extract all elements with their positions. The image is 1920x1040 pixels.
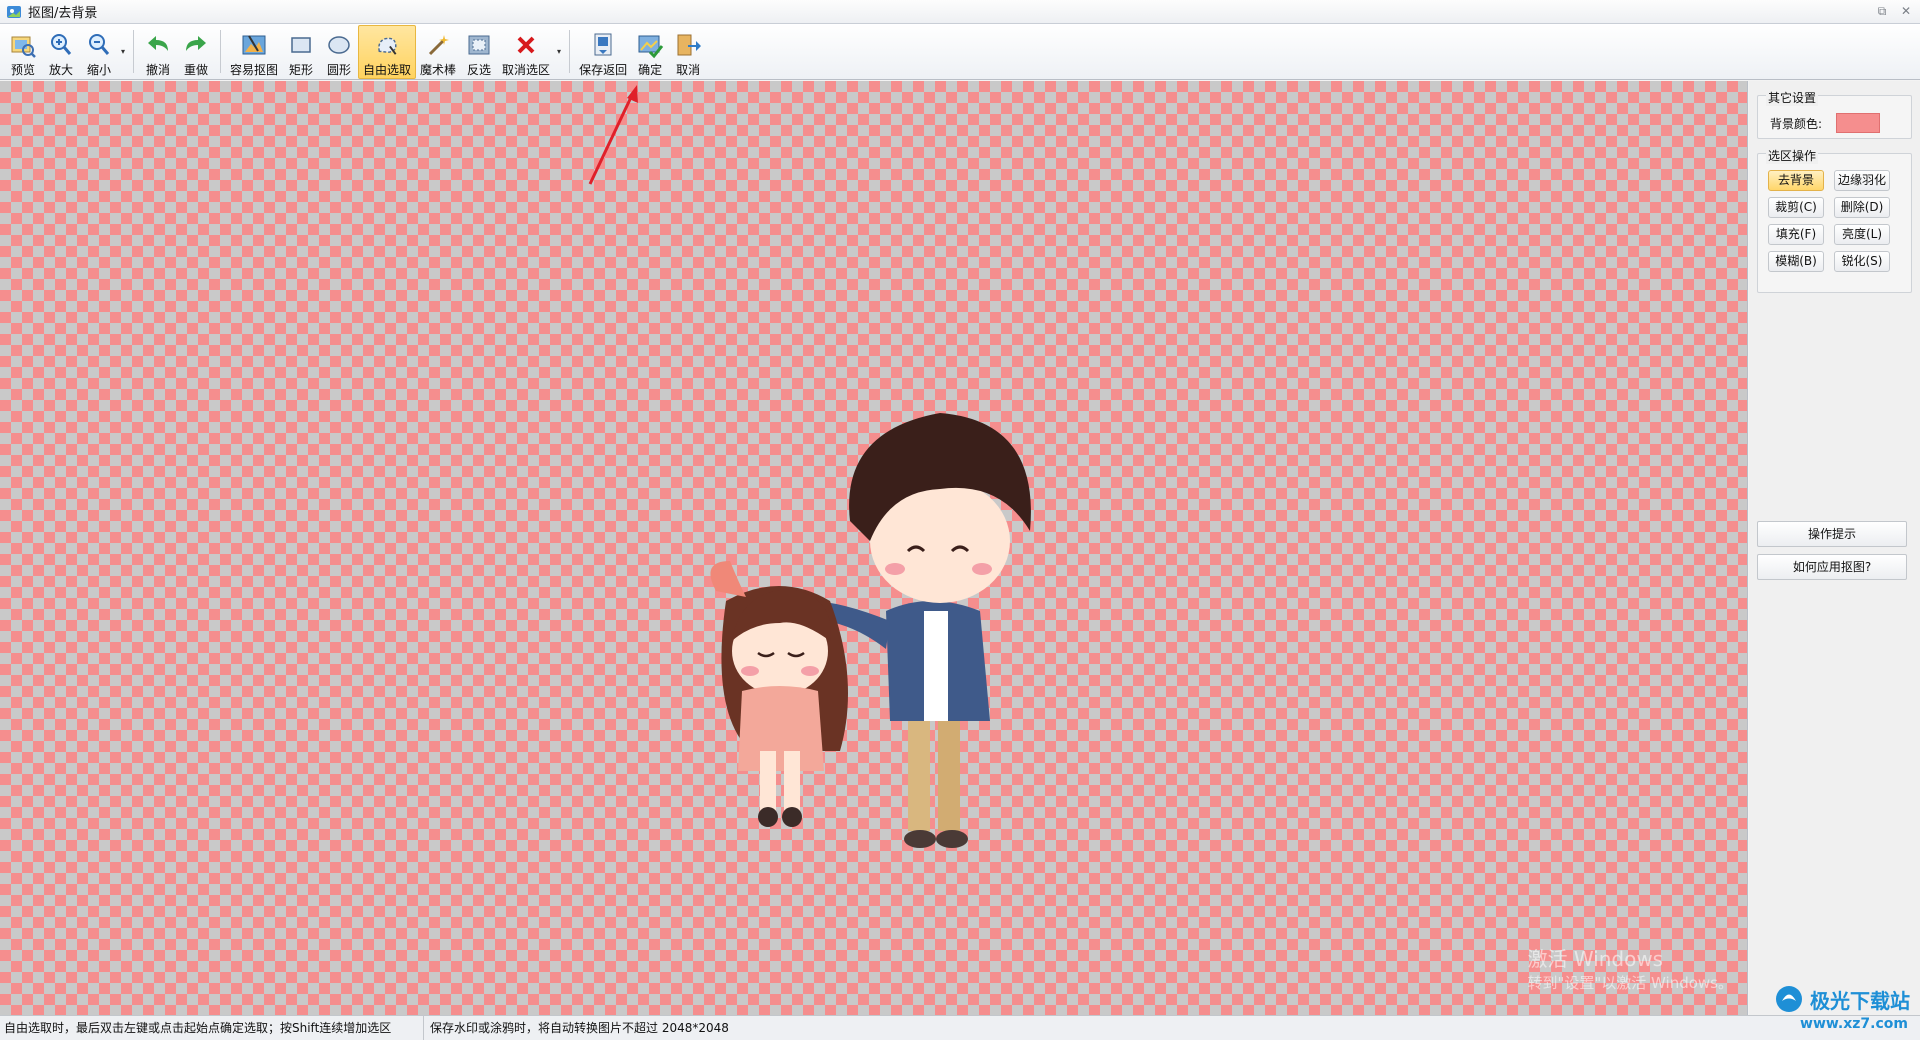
rectangle-select-button[interactable]: 矩形 xyxy=(282,25,320,79)
brightness-button[interactable]: 亮度(L) xyxy=(1834,224,1890,245)
save-return-icon xyxy=(594,33,612,56)
bg-color-label: 背景颜色: xyxy=(1770,116,1823,131)
brand-logo-icon xyxy=(1776,986,1802,1012)
window-title: 抠图/去背景 xyxy=(28,6,98,21)
delete-button[interactable]: 删除(D) xyxy=(1834,197,1890,218)
image-canvas[interactable]: 激活 Windows 转到"设置"以激活 Windows。 xyxy=(0,81,1748,1015)
toolbar-separator xyxy=(220,30,221,73)
zoom-out-button[interactable]: 缩小 xyxy=(80,25,118,79)
redo-icon xyxy=(186,36,206,51)
cancel-label: 取消 xyxy=(676,63,701,77)
selection-dropdown-icon[interactable]: ▾ xyxy=(554,24,564,79)
watermark-line1: 激活 Windows xyxy=(1527,947,1664,971)
bg-color-swatch[interactable] xyxy=(1836,113,1881,133)
zoom-out-icon xyxy=(89,34,110,55)
confirm-icon xyxy=(638,35,664,59)
status-right: 保存水印或涂鸦时，将自动转换图片不超过 2048*2048 xyxy=(430,1021,729,1035)
free-select-button[interactable]: 自由选取 xyxy=(358,25,417,79)
ellipse-select-icon xyxy=(328,36,350,54)
brand-logo: 极光下载站 xyxy=(1774,984,1910,1014)
other-settings-title: 其它设置 xyxy=(1766,89,1819,106)
activation-watermark: 激活 Windows 转到"设置"以激活 Windows。 xyxy=(1527,947,1733,995)
edge-feather-button[interactable]: 边缘羽化 xyxy=(1834,170,1890,191)
remove-background-button[interactable]: 去背景 xyxy=(1768,170,1824,191)
cancel-icon xyxy=(677,34,702,56)
selection-ops-title: 选区操作 xyxy=(1766,147,1819,164)
redo-label: 重做 xyxy=(183,63,208,77)
zoom-in-icon xyxy=(51,34,72,55)
toolbar-separator xyxy=(569,30,571,73)
watermark-line2: 转到"设置"以激活 Windows。 xyxy=(1527,974,1733,992)
cancel-button[interactable]: 取消 xyxy=(669,25,707,79)
title-bar: 抠图/去背景 ⧉ ✕ xyxy=(0,0,1920,24)
couple-cartoon-image xyxy=(710,413,1031,848)
zoom-in-label: 放大 xyxy=(48,63,73,77)
confirm-label: 确定 xyxy=(638,63,663,77)
cancel-selection-button[interactable]: 取消选区 xyxy=(498,25,554,79)
free-select-icon xyxy=(378,37,397,55)
save-return-label: 保存返回 xyxy=(579,63,628,77)
other-settings-group: 其它设置 背景颜色: xyxy=(1757,89,1912,139)
save-return-button[interactable]: 保存返回 xyxy=(575,25,631,79)
magic-wand-icon xyxy=(428,35,450,56)
magic-wand-label: 魔术棒 xyxy=(420,63,457,77)
brand-name: 极光下载站 xyxy=(1810,988,1910,1013)
easy-cutout-icon xyxy=(242,35,266,55)
sharpen-button[interactable]: 锐化(S) xyxy=(1834,251,1890,272)
annotation-arrow xyxy=(588,85,638,185)
cancel-selection-icon xyxy=(517,36,535,54)
preview-icon xyxy=(11,36,36,58)
rectangle-select-icon xyxy=(291,37,311,53)
zoom-dropdown-icon[interactable]: ▾ xyxy=(118,24,128,79)
side-panel: 其它设置 背景颜色: 选区操作 去背景 边缘羽化 裁剪(C) 删除(D) 填充(… xyxy=(1749,81,1920,1015)
ellipse-select-button[interactable]: 圆形 xyxy=(320,25,358,79)
undo-button[interactable]: 撤消 xyxy=(139,25,177,79)
toolbar-separator xyxy=(133,30,134,73)
restore-icon[interactable]: ⧉ xyxy=(1874,3,1890,19)
brand-url: www.xz7.com xyxy=(1800,1016,1908,1032)
zoom-in-button[interactable]: 放大 xyxy=(42,25,80,79)
how-to-apply-button[interactable]: 如何应用抠图? xyxy=(1757,554,1907,580)
invert-selection-label: 反选 xyxy=(467,63,492,77)
fill-button[interactable]: 填充(F) xyxy=(1768,224,1824,245)
rectangle-select-label: 矩形 xyxy=(289,63,314,77)
preview-label: 预览 xyxy=(10,63,35,77)
easy-cutout-label: 容易抠图 xyxy=(230,63,279,77)
redo-button[interactable]: 重做 xyxy=(177,25,215,79)
free-select-label: 自由选取 xyxy=(363,63,412,77)
invert-selection-icon xyxy=(468,35,490,55)
easy-cutout-button[interactable]: 容易抠图 xyxy=(226,25,282,79)
crop-button[interactable]: 裁剪(C) xyxy=(1768,197,1824,218)
status-left: 自由选取时，最后双击左键或点击起始点确定选取；按Shift连续增加选区 xyxy=(0,1016,424,1040)
toolbar: 预览 放大 缩小 ▾ 撤消 重做 容易抠图 矩形 圆形 自由选取 魔术棒 反选 xyxy=(0,24,1920,80)
ellipse-select-label: 圆形 xyxy=(327,63,352,77)
app-icon xyxy=(7,5,21,18)
undo-icon xyxy=(148,36,168,51)
cancel-selection-label: 取消选区 xyxy=(502,63,551,77)
magic-wand-button[interactable]: 魔术棒 xyxy=(416,25,460,79)
zoom-out-label: 缩小 xyxy=(86,63,111,77)
operation-hint-button[interactable]: 操作提示 xyxy=(1757,521,1907,547)
status-bar: 自由选取时，最后双击左键或点击起始点确定选取；按Shift连续增加选区 保存水印… xyxy=(0,1015,1920,1040)
preview-button[interactable]: 预览 xyxy=(4,25,42,79)
close-icon[interactable]: ✕ xyxy=(1898,3,1914,19)
blur-button[interactable]: 模糊(B) xyxy=(1768,251,1824,272)
selection-ops-group: 选区操作 去背景 边缘羽化 裁剪(C) 删除(D) 填充(F) 亮度(L) 模糊… xyxy=(1757,147,1912,293)
undo-label: 撤消 xyxy=(145,63,170,77)
invert-selection-button[interactable]: 反选 xyxy=(460,25,498,79)
confirm-button[interactable]: 确定 xyxy=(631,25,669,79)
